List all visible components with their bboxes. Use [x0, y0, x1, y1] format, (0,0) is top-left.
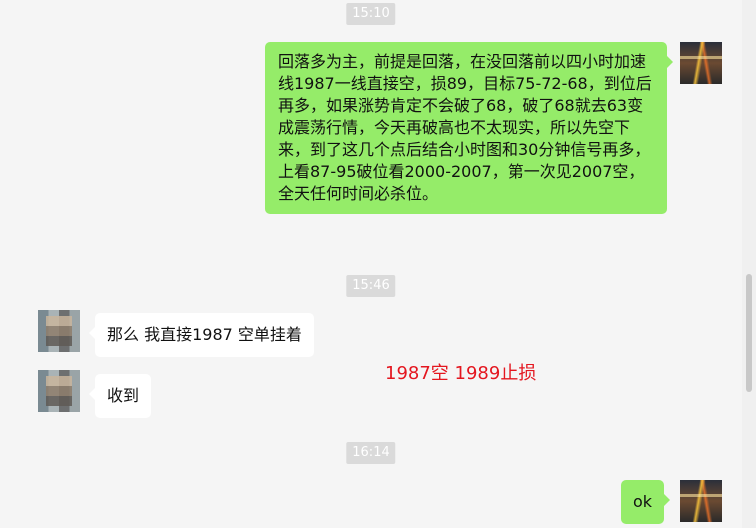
scrollbar[interactable] — [742, 0, 756, 528]
annotation-text: 1987空 1989止损 — [385, 363, 537, 384]
contact-avatar[interactable] — [38, 310, 80, 352]
timestamp: 15:10 — [346, 3, 396, 25]
message-bubble-self[interactable]: ok — [621, 480, 671, 524]
message-bubble-self[interactable]: 回落多为主，前提是回落，在没回落前以四小时加速线1987一线直接空，损89，目标… — [265, 42, 673, 214]
message-bubble-other[interactable]: 那么 我直接1987 空单挂着 — [89, 313, 314, 357]
self-avatar[interactable] — [680, 480, 722, 522]
contact-avatar[interactable] — [38, 370, 80, 412]
timestamp: 15:46 — [346, 275, 396, 297]
timestamp: 16:14 — [346, 442, 396, 464]
message-bubble-other[interactable]: 收到 — [88, 374, 152, 418]
chat-area: 15:10 回落多为主，前提是回落，在没回落前以四小时加速线1987一线直接空，… — [0, 0, 742, 528]
scrollbar-thumb[interactable] — [746, 274, 752, 392]
self-avatar[interactable] — [680, 42, 722, 84]
